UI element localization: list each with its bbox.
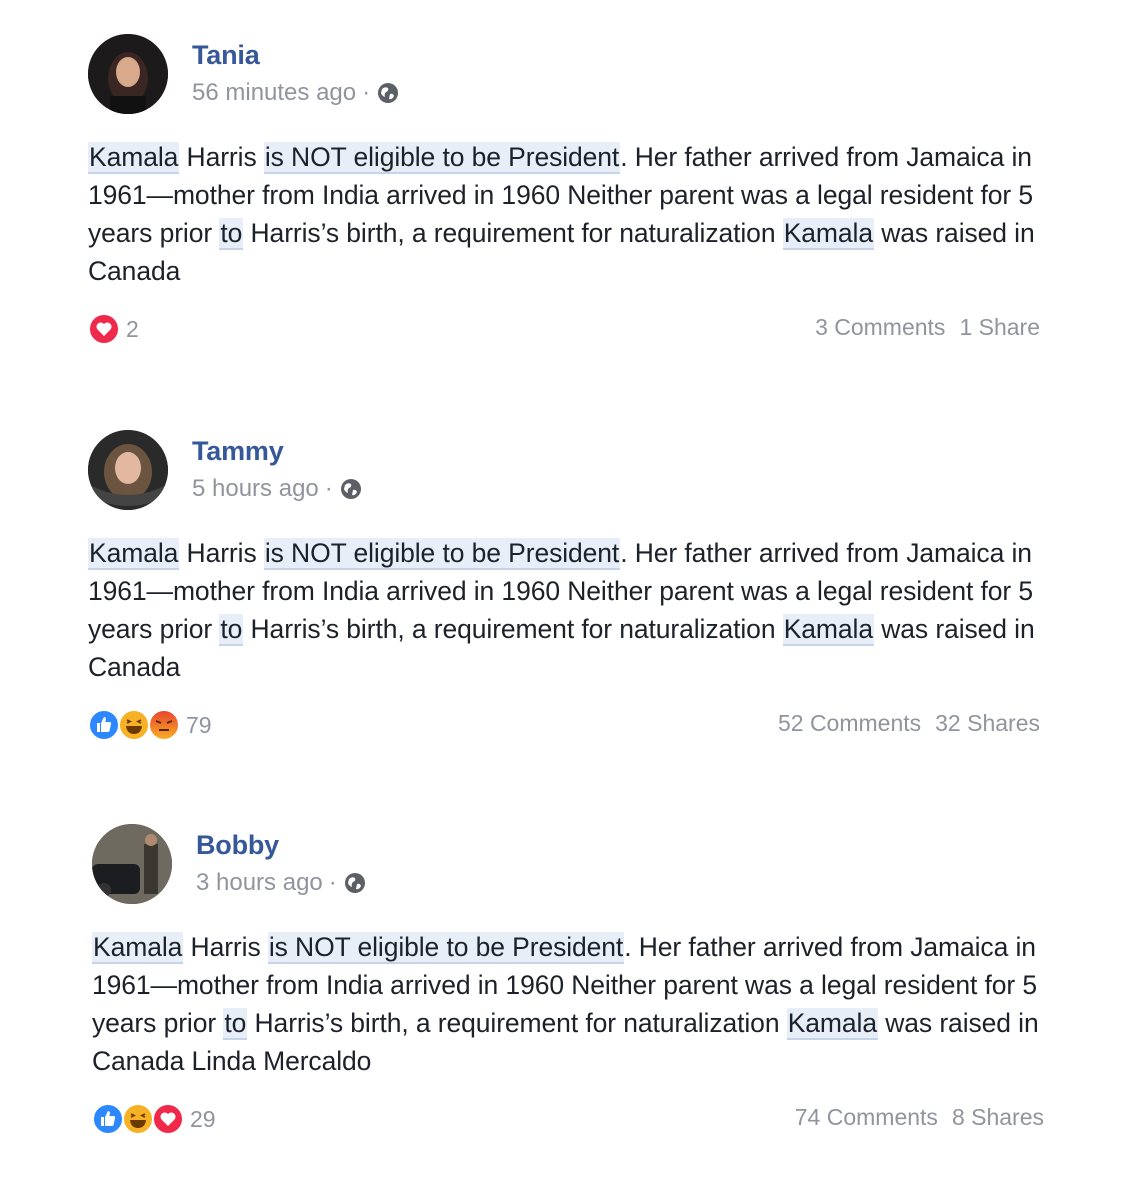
haha-icon (122, 1103, 154, 1135)
highlighted-text: to (223, 1008, 248, 1040)
like-icon (92, 1103, 124, 1135)
meta-separator: · (362, 79, 371, 106)
author-avatar[interactable] (88, 430, 168, 510)
text-segment: Harris (179, 538, 264, 568)
post-text: Kamala Harris is NOT eligible to be Pres… (88, 534, 1048, 686)
highlighted-text: Kamala (782, 614, 874, 646)
post-meta: 5 hours ago · (192, 475, 363, 503)
reaction-count: 2 (126, 315, 139, 342)
reactions-summary[interactable]: 29 (92, 1102, 216, 1136)
post-meta: 56 minutes ago · (192, 79, 400, 107)
author-avatar[interactable] (92, 824, 172, 904)
like-icon (88, 709, 120, 741)
post-timestamp[interactable]: 5 hours ago (192, 475, 319, 503)
reactions-summary[interactable]: 79 (88, 708, 212, 742)
post-text: Kamala Harris is NOT eligible to be Pres… (88, 138, 1048, 290)
shares-count[interactable]: 32 Shares (935, 710, 1040, 736)
comments-count[interactable]: 52 Comments (778, 710, 921, 736)
comments-count[interactable]: 3 Comments (815, 314, 945, 340)
comments-count[interactable]: 74 Comments (795, 1104, 938, 1130)
highlighted-text: to (219, 614, 244, 646)
post-stats: 74 Comments 8 Shares (795, 1104, 1044, 1131)
reactions-summary[interactable]: 2 (88, 312, 139, 346)
highlighted-text: Kamala (782, 218, 874, 250)
highlighted-text: Kamala (88, 538, 180, 570)
love-icon (152, 1103, 184, 1135)
highlighted-text: Kamala (88, 142, 180, 174)
highlighted-text: Kamala (92, 932, 184, 964)
reaction-count: 79 (186, 711, 212, 738)
meta-separator: · (328, 869, 337, 896)
post-timestamp[interactable]: 56 minutes ago (192, 79, 356, 107)
globe-icon (339, 477, 363, 501)
text-segment: Harris (179, 142, 264, 172)
post-timestamp[interactable]: 3 hours ago (196, 869, 323, 897)
shares-count[interactable]: 1 Share (959, 314, 1040, 340)
post-text: Kamala Harris is NOT eligible to be Pres… (92, 928, 1052, 1080)
reaction-count: 29 (190, 1105, 216, 1132)
meta-separator: · (324, 475, 333, 502)
author-name[interactable]: Bobby (196, 830, 279, 861)
author-avatar[interactable] (88, 34, 168, 114)
text-segment: Harris’s birth, a requirement for natura… (247, 1008, 787, 1038)
highlighted-text: is NOT eligible to be President (267, 932, 625, 964)
love-icon (88, 313, 120, 345)
globe-icon (343, 871, 367, 895)
haha-icon (118, 709, 150, 741)
author-name[interactable]: Tammy (192, 436, 284, 467)
highlighted-text: Kamala (786, 1008, 878, 1040)
author-name[interactable]: Tania (192, 40, 260, 71)
highlighted-text: is NOT eligible to be President (263, 142, 621, 174)
text-segment: Harris (183, 932, 268, 962)
post-stats: 52 Comments 32 Shares (778, 710, 1040, 737)
post-meta: 3 hours ago · (196, 869, 367, 897)
globe-icon (376, 81, 400, 105)
highlighted-text: is NOT eligible to be President (263, 538, 621, 570)
angry-icon (148, 709, 180, 741)
text-segment: Harris’s birth, a requirement for natura… (243, 614, 783, 644)
post-stats: 3 Comments 1 Share (815, 314, 1040, 341)
text-segment: Harris’s birth, a requirement for natura… (243, 218, 783, 248)
shares-count[interactable]: 8 Shares (952, 1104, 1044, 1130)
highlighted-text: to (219, 218, 244, 250)
